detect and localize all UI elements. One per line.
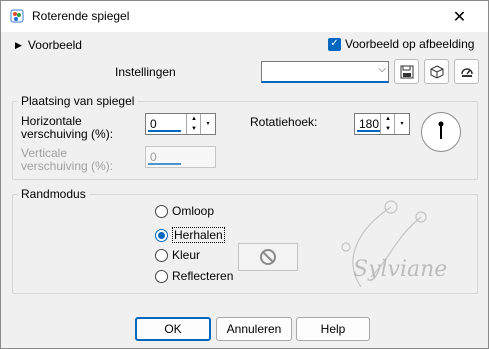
triangle-right-icon: ▶ xyxy=(15,39,22,50)
vertical-label-line2: verschuiving (%): xyxy=(21,159,114,173)
dial-icon xyxy=(460,67,473,77)
preview-expander[interactable]: ▶ Voorbeeld xyxy=(15,38,82,52)
radio-circle xyxy=(155,204,168,218)
save-preset-button[interactable] xyxy=(394,59,419,84)
reset-button[interactable] xyxy=(424,59,449,84)
radio-label: Omloop xyxy=(172,204,215,218)
cancel-button[interactable]: Annuleren xyxy=(216,317,292,341)
chevron-down-icon[interactable]: ▾ xyxy=(394,114,409,134)
watermark-text: Sylviane xyxy=(353,257,448,282)
radio-label: Herhalen xyxy=(172,227,225,243)
help-label: Help xyxy=(320,322,346,336)
chevron-down-icon: ⌵ xyxy=(378,64,386,75)
vertical-label-line1: Verticale xyxy=(21,146,68,160)
checkmark-icon: ✓ xyxy=(328,37,341,51)
edge-group-title: Randmodus xyxy=(18,187,89,201)
dialog-window: Roterende spiegel ✕ ▶ Voorbeeld ✓ Voorbe… xyxy=(0,0,489,349)
mirror-group-title: Plaatsing van spiegel xyxy=(18,94,138,108)
rotation-label: Rotatiehoek: xyxy=(250,115,318,129)
radio-circle-selected xyxy=(155,228,168,242)
radio-omloop[interactable]: Omloop xyxy=(155,204,214,218)
spin-arrows[interactable]: ▲ ▼ xyxy=(186,114,201,134)
value-slider-bar xyxy=(148,163,181,165)
preview-checkbox-label: Voorbeeld op afbeelding xyxy=(345,37,475,51)
radio-kleur[interactable]: Kleur xyxy=(155,248,200,262)
ok-label: OK xyxy=(164,322,182,336)
paint-icon xyxy=(10,9,24,23)
radio-circle xyxy=(155,248,168,262)
horizontal-label-line1: Horizontale xyxy=(21,114,82,128)
rotation-value: 180 xyxy=(359,117,380,131)
window-title: Roterende spiegel xyxy=(32,9,130,23)
chevron-down-icon[interactable]: ▾ xyxy=(200,114,215,134)
preview-on-image-checkbox[interactable]: ✓ Voorbeeld op afbeelding xyxy=(328,37,474,51)
vertical-offset-label: Verticale verschuiving (%): xyxy=(21,147,113,173)
radio-herhalen[interactable]: Herhalen xyxy=(155,227,225,243)
rotation-spinner[interactable]: 180 ▲ ▼ ▾ xyxy=(354,113,410,135)
horizontal-label-line2: verschuiving (%): xyxy=(21,127,114,141)
help-button[interactable]: Help xyxy=(296,317,370,341)
cancel-label: Annuleren xyxy=(226,322,282,336)
randomize-button[interactable] xyxy=(454,59,479,84)
no-entry-icon xyxy=(260,249,276,265)
cube-icon xyxy=(430,64,443,79)
horizontal-offset-value: 0 xyxy=(150,117,157,131)
rotation-dial[interactable] xyxy=(421,112,461,152)
value-slider-bar xyxy=(148,130,181,132)
close-button[interactable]: ✕ xyxy=(431,1,488,32)
radio-label: Kleur xyxy=(172,248,201,262)
settings-dropdown[interactable]: ⌵ xyxy=(261,61,389,83)
preview-toggle-label: Voorbeeld xyxy=(27,38,82,52)
radio-circle xyxy=(155,269,168,283)
ok-button[interactable]: OK xyxy=(135,317,211,341)
settings-label: Instellingen xyxy=(115,65,176,79)
close-icon: ✕ xyxy=(452,8,467,26)
radio-label: Reflecteren xyxy=(172,269,234,283)
horizontal-offset-spinner[interactable]: 0 ▲ ▼ ▾ xyxy=(145,113,216,135)
spin-arrows[interactable]: ▲ ▼ xyxy=(380,114,395,134)
rotation-needle-icon xyxy=(438,121,444,139)
value-slider-bar xyxy=(357,130,381,132)
save-icon xyxy=(400,65,413,78)
vertical-offset-spinner: 0 xyxy=(145,146,216,168)
radio-reflecteren[interactable]: Reflecteren xyxy=(155,269,233,283)
title-bar: Roterende spiegel ✕ xyxy=(1,1,488,32)
horizontal-offset-label: Horizontale verschuiving (%): xyxy=(21,115,113,141)
color-swatch[interactable] xyxy=(238,243,298,271)
vertical-offset-value: 0 xyxy=(150,150,157,164)
